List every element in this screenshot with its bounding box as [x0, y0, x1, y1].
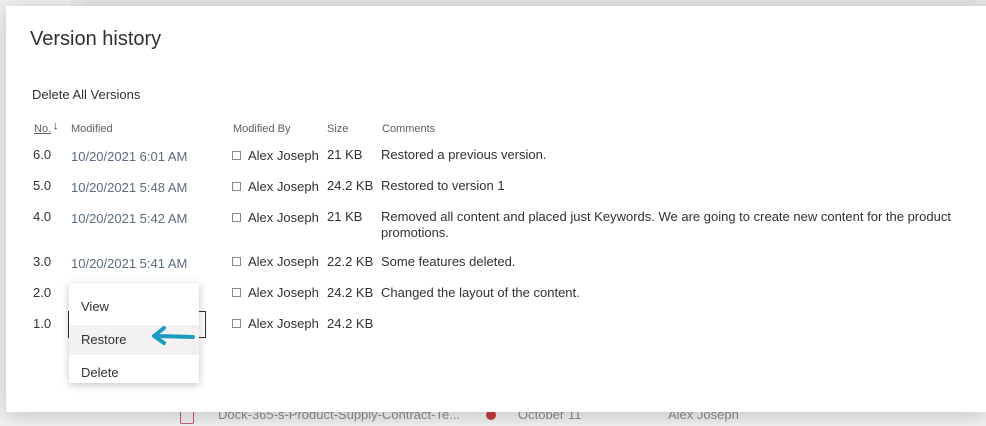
version-modified-by[interactable]: Alex Joseph	[248, 285, 319, 300]
version-number: 1.0	[33, 316, 52, 331]
version-modified-by[interactable]: Alex Joseph	[248, 254, 319, 269]
user-presence-icon	[232, 213, 241, 222]
version-number: 6.0	[33, 147, 52, 162]
version-size: 24.2 KB	[327, 316, 374, 331]
version-modified-link[interactable]: 10/20/2021 6:01 AM	[71, 149, 187, 164]
column-header-size[interactable]: Size	[327, 123, 348, 135]
version-size: 21 KB	[327, 209, 363, 224]
user-presence-icon	[232, 288, 241, 297]
version-modified-by[interactable]: Alex Joseph	[248, 210, 319, 225]
version-modified-by[interactable]: Alex Joseph	[248, 316, 319, 331]
version-history-dialog: Version history Delete All Versions No. …	[6, 6, 986, 412]
version-size: 24.2 KB	[327, 178, 374, 193]
column-header-comments[interactable]: Comments	[382, 123, 435, 135]
version-comment: Some features deleted.	[381, 254, 516, 269]
version-modified-by[interactable]: Alex Joseph	[248, 179, 319, 194]
version-modified-link[interactable]: 10/20/2021 5:42 AM	[71, 211, 187, 226]
version-number: 3.0	[33, 254, 52, 269]
document-icon	[180, 410, 194, 424]
delete-all-versions-link[interactable]: Delete All Versions	[32, 87, 140, 102]
version-modified-by[interactable]: Alex Joseph	[248, 148, 319, 163]
user-presence-icon	[232, 257, 241, 266]
menu-item-view[interactable]: View	[69, 292, 199, 322]
version-modified-link[interactable]: 10/20/2021 5:41 AM	[71, 256, 187, 271]
annotation-arrow-icon	[152, 326, 195, 345]
version-size: 22.2 KB	[327, 254, 374, 269]
version-number: 2.0	[33, 285, 52, 300]
column-header-modified-by[interactable]: Modified By	[233, 123, 290, 135]
user-presence-icon	[232, 319, 241, 328]
sort-down-icon: ↓	[53, 120, 59, 132]
version-size: 21 KB	[327, 147, 363, 162]
user-presence-icon	[232, 151, 241, 160]
dialog-title: Version history	[30, 28, 162, 50]
version-comment: Changed the layout of the content.	[381, 285, 580, 300]
column-header-modified[interactable]: Modified	[71, 123, 113, 135]
version-comment: Restored a previous version.	[381, 147, 547, 162]
version-modified-link[interactable]: 10/20/2021 5:48 AM	[71, 180, 187, 195]
version-comment: Restored to version 1	[381, 178, 505, 193]
version-number: 4.0	[33, 209, 52, 224]
version-comment: Removed all content and placed just Keyw…	[381, 209, 951, 240]
version-size: 24.2 KB	[327, 285, 374, 300]
version-number: 5.0	[33, 178, 52, 193]
user-presence-icon	[232, 182, 241, 191]
menu-item-delete[interactable]: Delete	[69, 358, 199, 388]
column-header-no[interactable]: No.	[34, 123, 51, 135]
